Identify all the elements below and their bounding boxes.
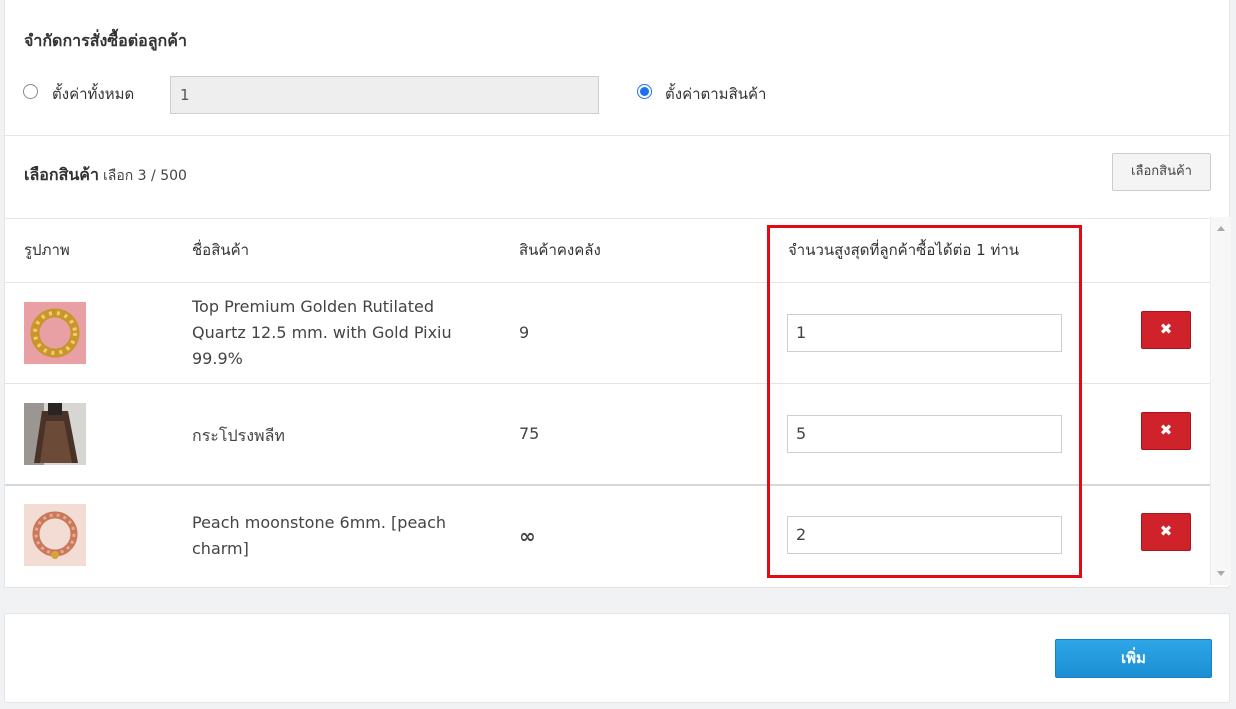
header-stock: สินค้าคงคลัง <box>519 241 601 259</box>
close-icon: ✖ <box>1159 421 1173 439</box>
footer-card: เพิ่ม <box>4 613 1230 703</box>
radio-set-all[interactable] <box>23 84 38 99</box>
section-divider <box>5 135 1229 136</box>
product-name: Peach moonstone 6mm. [peach charm] <box>192 513 447 558</box>
product-select-heading: เลือกสินค้า เลือก 3 / 500 <box>24 163 187 188</box>
close-icon: ✖ <box>1159 522 1173 540</box>
max-qty-input[interactable]: 2 <box>787 516 1062 554</box>
delete-row-button[interactable]: ✖ <box>1141 513 1191 551</box>
max-qty-input[interactable]: 1 <box>787 314 1062 352</box>
product-stock: ∞ <box>519 524 536 548</box>
add-button[interactable]: เพิ่ม <box>1055 639 1212 678</box>
scroll-up-arrow-icon[interactable] <box>1217 226 1225 231</box>
header-product-name: ชื่อสินค้า <box>192 241 250 259</box>
set-all-limit-input[interactable]: 1 <box>170 76 599 114</box>
limit-section-title: จำกัดการสั่งซื้อต่อลูกค้า <box>24 31 187 50</box>
product-image-skirt <box>24 403 86 465</box>
table-row: Peach moonstone 6mm. [peach charm] ∞ 2 ✖ <box>5 484 1210 585</box>
header-max-qty: จำนวนสูงสุดที่ลูกค้าซื้อได้ต่อ 1 ท่าน <box>788 241 1020 259</box>
scroll-down-arrow-icon[interactable] <box>1217 571 1225 576</box>
product-stock: 9 <box>519 323 530 342</box>
product-name: กระโปรงพลีท <box>192 426 285 445</box>
close-icon: ✖ <box>1159 320 1173 338</box>
product-select-title: เลือกสินค้า <box>24 165 99 184</box>
product-image-bracelet-gold <box>24 302 86 364</box>
table-scrollbar[interactable] <box>1210 217 1231 585</box>
product-image-bracelet-peach <box>24 504 86 566</box>
limit-card: จำกัดการสั่งซื้อต่อลูกค้า ตั้งค่าทั้งหมด… <box>4 0 1231 588</box>
max-qty-input[interactable]: 5 <box>787 415 1062 453</box>
product-select-count: เลือก 3 / 500 <box>102 168 187 184</box>
product-stock: 75 <box>519 424 540 443</box>
select-products-button[interactable]: เลือกสินค้า <box>1112 153 1211 191</box>
product-name: Top Premium Golden Rutilated Quartz 12.5… <box>192 297 452 368</box>
delete-row-button[interactable]: ✖ <box>1141 311 1191 349</box>
header-image: รูปภาพ <box>24 241 70 259</box>
radio-per-product[interactable] <box>637 84 652 99</box>
delete-row-button[interactable]: ✖ <box>1141 412 1191 450</box>
product-table: รูปภาพ ชื่อสินค้า สินค้าคงคลัง จำนวนสูงส… <box>5 217 1210 585</box>
table-row: กระโปรงพลีท 75 5 ✖ <box>5 383 1210 484</box>
table-row: Top Premium Golden Rutilated Quartz 12.5… <box>5 282 1210 383</box>
radio-per-product-label[interactable]: ตั้งค่าตามสินค้า <box>665 82 766 106</box>
radio-set-all-label[interactable]: ตั้งค่าทั้งหมด <box>52 82 134 106</box>
